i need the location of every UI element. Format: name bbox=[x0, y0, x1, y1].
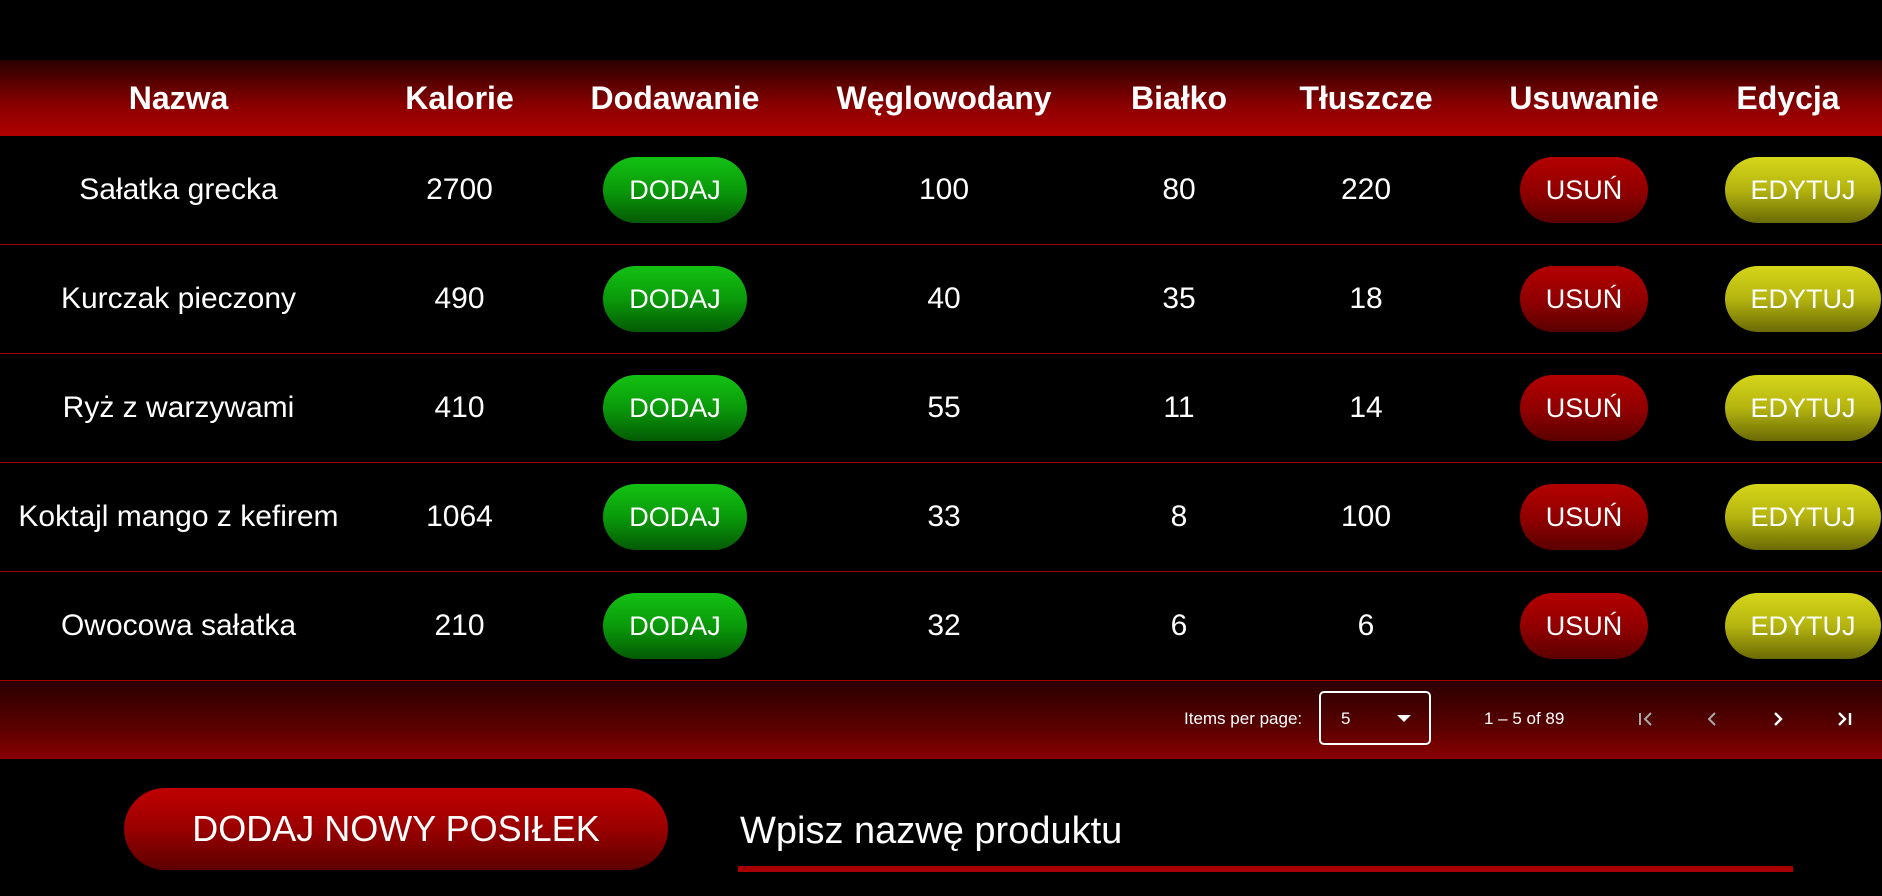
first-page-button[interactable] bbox=[1628, 701, 1664, 737]
edit-cell: EDYTUJ bbox=[1694, 484, 1882, 550]
search-underline bbox=[738, 866, 1793, 872]
add-cell: DODAJ bbox=[562, 375, 788, 441]
meal-fat: 100 bbox=[1340, 500, 1392, 533]
product-search-field bbox=[738, 800, 1793, 872]
edit-button[interactable]: EDYTUJ bbox=[1725, 593, 1881, 659]
meal-fat: 14 bbox=[1349, 391, 1383, 424]
add-cell: DODAJ bbox=[562, 157, 788, 223]
paginator: Items per page: 5 1 – 5 of 89 bbox=[0, 681, 1882, 759]
meal-calories: 210 bbox=[434, 609, 485, 642]
items-per-page-label: Items per page: bbox=[1184, 709, 1303, 728]
meal-protein: 35 bbox=[1162, 282, 1196, 315]
table-row: Owocowa sałatka 210 DODAJ 32 6 6 USUŃ ED… bbox=[0, 572, 1882, 681]
add-button[interactable]: DODAJ bbox=[603, 266, 747, 332]
header-carbs[interactable]: Węglowodany bbox=[788, 80, 1100, 117]
delete-button[interactable]: USUŃ bbox=[1520, 593, 1648, 659]
header-edit: Edycja bbox=[1736, 79, 1840, 116]
meal-carbs: 40 bbox=[927, 282, 961, 315]
items-per-page-value: 5 bbox=[1341, 709, 1351, 728]
table-row: Kurczak pieczony 490 DODAJ 40 35 18 USUŃ… bbox=[0, 245, 1882, 354]
table-row: Ryż z warzywami 410 DODAJ 55 11 14 USUŃ … bbox=[0, 354, 1882, 463]
meal-protein: 80 bbox=[1162, 173, 1196, 206]
meal-fat: 18 bbox=[1349, 282, 1383, 315]
add-cell: DODAJ bbox=[562, 484, 788, 550]
edit-button[interactable]: EDYTUJ bbox=[1725, 375, 1881, 441]
header-fat[interactable]: Tłuszcze bbox=[1258, 80, 1474, 117]
meal-name: Koktajl mango z kefirem bbox=[18, 500, 339, 533]
delete-cell: USUŃ bbox=[1474, 157, 1694, 223]
delete-cell: USUŃ bbox=[1474, 375, 1694, 441]
edit-cell: EDYTUJ bbox=[1694, 593, 1882, 659]
meal-protein: 11 bbox=[1163, 391, 1195, 424]
meal-fat: 6 bbox=[1357, 609, 1375, 642]
add-button[interactable]: DODAJ bbox=[603, 484, 747, 550]
delete-button[interactable]: USUŃ bbox=[1520, 484, 1648, 550]
delete-cell: USUŃ bbox=[1474, 484, 1694, 550]
edit-button[interactable]: EDYTUJ bbox=[1725, 266, 1881, 332]
meal-calories: 410 bbox=[434, 391, 485, 424]
meal-name: Kurczak pieczony bbox=[60, 282, 297, 315]
meal-protein: 8 bbox=[1170, 500, 1188, 533]
edit-button[interactable]: EDYTUJ bbox=[1725, 484, 1881, 550]
table-row: Sałatka grecka 2700 DODAJ 100 80 220 USU… bbox=[0, 136, 1882, 245]
delete-button[interactable]: USUŃ bbox=[1520, 266, 1648, 332]
last-page-button[interactable] bbox=[1826, 701, 1862, 737]
edit-button[interactable]: EDYTUJ bbox=[1725, 157, 1881, 223]
meal-fat: 220 bbox=[1340, 173, 1392, 206]
add-button[interactable]: DODAJ bbox=[603, 157, 747, 223]
meal-protein: 6 bbox=[1170, 609, 1188, 642]
meal-calories: 2700 bbox=[426, 173, 493, 206]
meal-list-page: Nazwa Kalorie Dodawanie Węglowodany Biał… bbox=[0, 0, 1882, 896]
meal-name: Ryż z warzywami bbox=[62, 391, 295, 424]
meal-carbs: 32 bbox=[927, 609, 961, 642]
header-add: Dodawanie bbox=[590, 79, 760, 116]
meals-table: Nazwa Kalorie Dodawanie Węglowodany Biał… bbox=[0, 60, 1882, 759]
meal-name: Owocowa sałatka bbox=[60, 609, 297, 642]
meal-carbs: 100 bbox=[918, 173, 970, 206]
add-button[interactable]: DODAJ bbox=[603, 375, 747, 441]
add-cell: DODAJ bbox=[562, 266, 788, 332]
table-row: Koktajl mango z kefirem 1064 DODAJ 33 8 … bbox=[0, 463, 1882, 572]
chevron-left-icon bbox=[1707, 712, 1716, 726]
header-calories[interactable]: Kalorie bbox=[357, 80, 562, 117]
add-new-meal-button[interactable]: DODAJ NOWY POSIŁEK bbox=[124, 788, 668, 870]
edit-cell: EDYTUJ bbox=[1694, 157, 1882, 223]
add-cell: DODAJ bbox=[562, 593, 788, 659]
table-header-row: Nazwa Kalorie Dodawanie Węglowodany Biał… bbox=[0, 60, 1882, 136]
meal-name: Sałatka grecka bbox=[79, 173, 278, 206]
header-protein[interactable]: Białko bbox=[1100, 80, 1258, 117]
delete-button[interactable]: USUŃ bbox=[1520, 157, 1648, 223]
delete-cell: USUŃ bbox=[1474, 593, 1694, 659]
edit-cell: EDYTUJ bbox=[1694, 266, 1882, 332]
chevron-right-icon bbox=[1774, 712, 1783, 726]
add-button[interactable]: DODAJ bbox=[603, 593, 747, 659]
header-delete: Usuwanie bbox=[1509, 79, 1659, 116]
edit-cell: EDYTUJ bbox=[1694, 375, 1882, 441]
header-name[interactable]: Nazwa bbox=[0, 80, 357, 117]
delete-button[interactable]: USUŃ bbox=[1520, 375, 1648, 441]
dropdown-caret-icon bbox=[1397, 715, 1411, 722]
next-page-button[interactable] bbox=[1760, 701, 1796, 737]
first-page-icon bbox=[1639, 712, 1652, 726]
delete-cell: USUŃ bbox=[1474, 266, 1694, 332]
meal-calories: 1064 bbox=[426, 500, 493, 533]
range-label: 1 – 5 of 89 bbox=[1484, 709, 1565, 728]
meal-carbs: 55 bbox=[927, 391, 961, 424]
items-per-page-select[interactable]: 5 bbox=[1319, 691, 1431, 745]
meal-carbs: 33 bbox=[927, 500, 961, 533]
last-page-icon bbox=[1838, 712, 1852, 726]
product-search-input[interactable] bbox=[738, 800, 1793, 862]
meal-calories: 490 bbox=[434, 282, 485, 315]
previous-page-button[interactable] bbox=[1694, 701, 1730, 737]
